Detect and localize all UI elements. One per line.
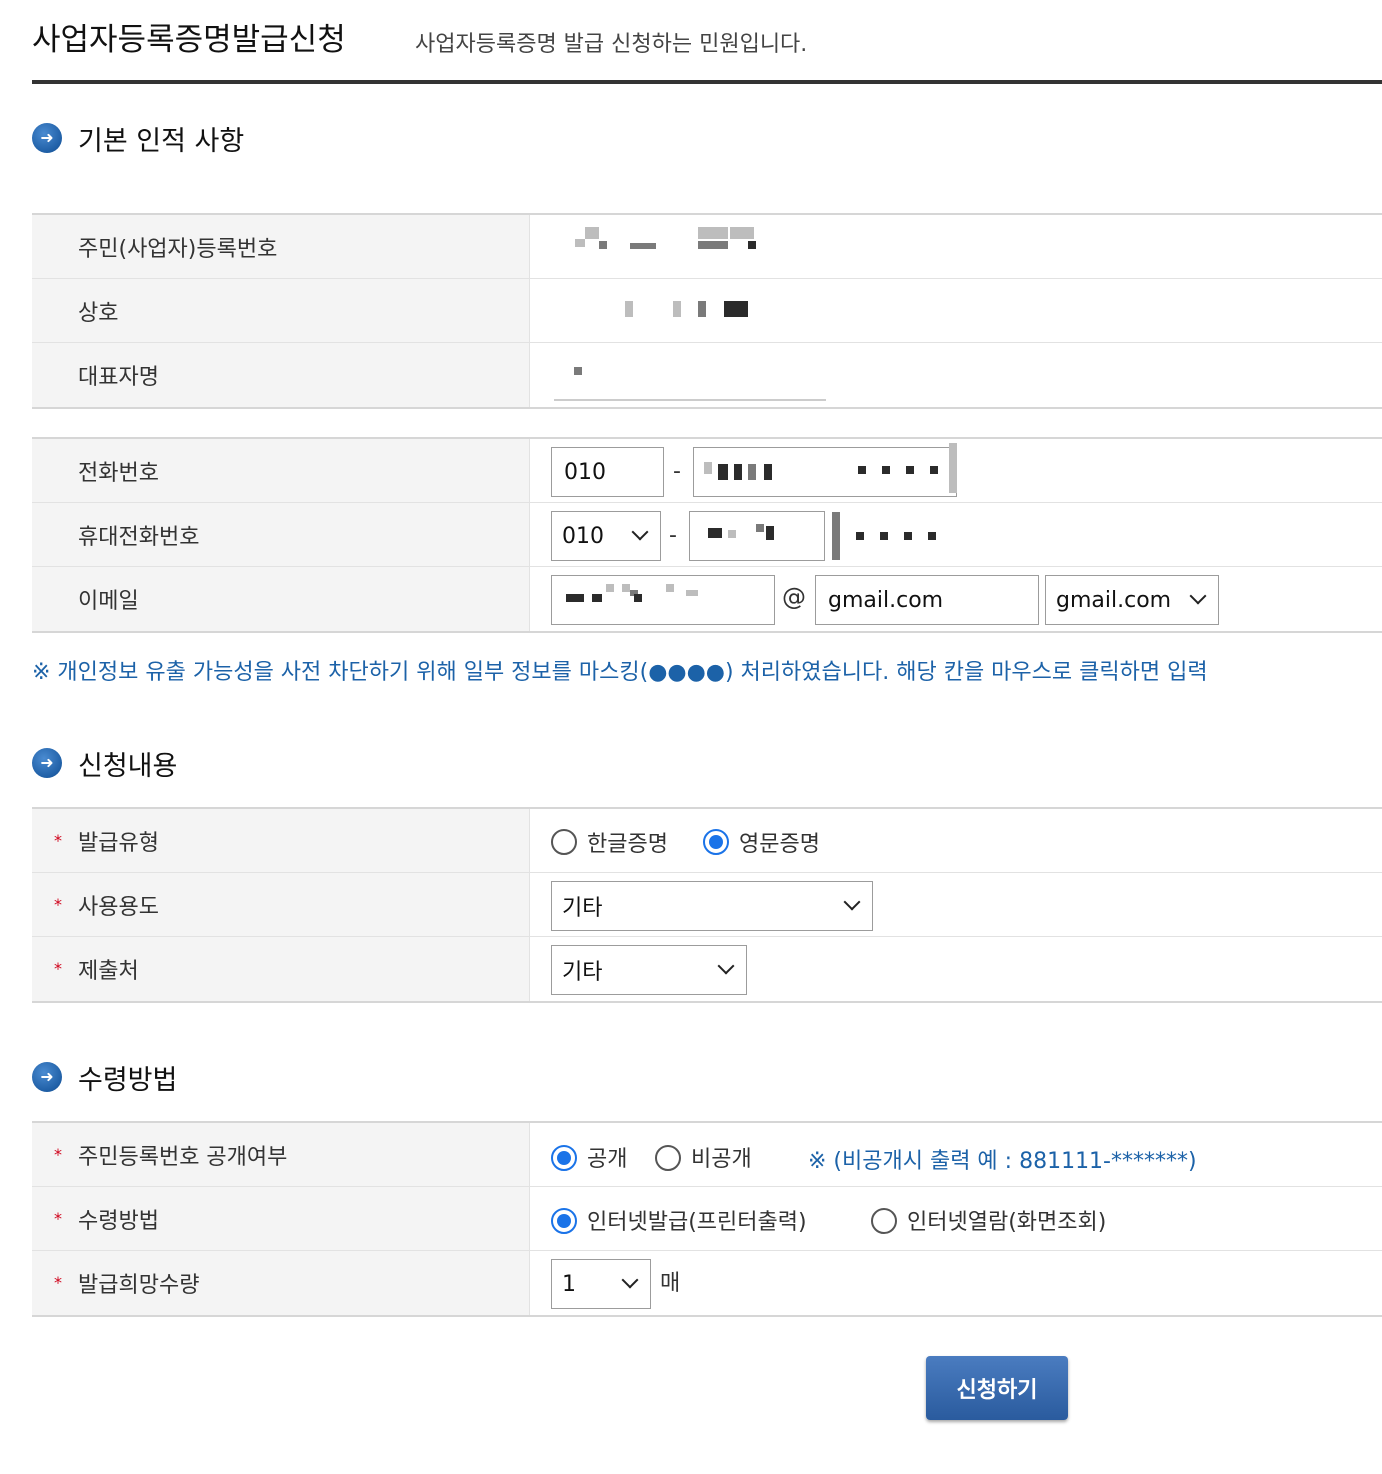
asterisk-icon: * [54,1209,62,1228]
asterisk-icon: * [54,831,62,850]
asterisk-icon: * [54,895,62,914]
row-label: 주민(사업자)등록번호 [32,215,530,278]
table-row: 상호 [32,279,1382,343]
quantity-unit: 매 [660,1271,681,1296]
registration-number-value [530,215,1382,278]
arrow-right-circle-icon: ➜ [32,123,62,153]
quantity-select-value: 1 [562,1271,576,1297]
submit-to-label: 제출처 [78,959,139,984]
radio-internet-issue[interactable] [551,1208,577,1234]
submit-to-select-value: 기타 [562,960,603,985]
company-name-value [530,279,1382,342]
section-receive-title: 수령방법 [78,1064,178,1096]
quantity-select[interactable]: 1 [551,1259,651,1309]
email-label: 이메일 [32,567,530,631]
method-label: 수령방법 [78,1208,159,1234]
contact-table: 전화번호 010 - 휴대전화번호 010 - 이메일 @ gmail.com … [32,437,1382,633]
mobile-last-input[interactable] [831,511,957,561]
email-id-input[interactable] [551,575,775,625]
table-row: * 주민등록번호 공개여부 공개 비공개 ※ (비공개시 출력 예 : 8811… [32,1123,1382,1187]
radio-internet-issue-label[interactable]: 인터넷발급(프린터출력) [587,1204,807,1236]
representative-name-value [530,343,1382,407]
chevron-down-icon [1189,587,1207,605]
table-row: * 발급희망수량 1 매 [32,1251,1382,1315]
mobile-middle-input[interactable] [689,511,825,561]
quantity-label: 발급희망수량 [78,1273,200,1298]
table-row: 이메일 @ gmail.com gmail.com [32,567,1382,631]
asterisk-icon: * [54,1145,62,1164]
asterisk-icon: * [54,1273,62,1292]
mobile-prefix-select[interactable]: 010 [551,511,661,561]
usage-select-value: 기타 [562,896,603,921]
usage-label: 사용용도 [78,894,159,920]
section-request-header: ➜ 신청내용 [32,743,177,783]
radio-internet-view[interactable] [871,1208,897,1234]
email-domain-select-value: gmail.com [1056,587,1172,613]
submit-to-select[interactable]: 기타 [551,945,747,995]
submit-button[interactable]: 신청하기 [926,1356,1068,1420]
page-description: 사업자등록증명 발급 신청하는 민원입니다. [415,32,808,57]
phone-dash: - [673,459,681,484]
basic-info-table: 주민(사업자)등록번호 상호 대표자명 [32,213,1382,409]
radio-private[interactable] [655,1145,681,1171]
row-label: 대표자명 [32,343,530,407]
mobile-prefix-value: 010 [562,523,604,549]
disclosure-label: 주민등록번호 공개여부 [78,1144,288,1170]
table-row: 대표자명 [32,343,1382,407]
email-domain-select[interactable]: gmail.com [1045,575,1219,625]
table-row: * 사용용도 기타 [32,873,1382,937]
page-title: 사업자등록증명발급신청 [32,22,346,58]
table-row: 전화번호 010 - [32,439,1382,503]
phone-label: 전화번호 [32,439,530,502]
radio-private-label[interactable]: 비공개 [691,1141,752,1173]
table-row: * 발급유형 한글증명 영문증명 [32,809,1382,873]
radio-internet-view-label[interactable]: 인터넷열람(화면조회) [907,1204,1106,1236]
usage-select[interactable]: 기타 [551,881,873,931]
radio-english-label[interactable]: 영문증명 [739,826,820,858]
mobile-dash: - [669,523,677,548]
section-basic-header: ➜ 기본 인적 사항 [32,118,244,158]
phone-middle-input[interactable] [693,447,957,497]
radio-english[interactable] [703,829,729,855]
request-table: * 발급유형 한글증명 영문증명 * 사용용도 기타 * 제출처 기타 [32,807,1382,1003]
disclosure-note: ※ (비공개시 출력 예 : 881111-*******) [808,1149,1197,1174]
row-label: 상호 [32,279,530,342]
radio-korean-label[interactable]: 한글증명 [587,826,668,858]
chevron-down-icon [843,893,861,911]
chevron-down-icon [631,523,649,541]
arrow-right-circle-icon: ➜ [32,1062,62,1092]
issue-type-label: 발급유형 [78,830,159,856]
radio-korean[interactable] [551,829,577,855]
table-row: 주민(사업자)등록번호 [32,215,1382,279]
arrow-right-circle-icon: ➜ [32,748,62,778]
section-request-title: 신청내용 [78,750,178,782]
chevron-down-icon [717,957,735,975]
mobile-label: 휴대전화번호 [32,503,530,566]
phone-prefix-input[interactable]: 010 [551,447,664,497]
masking-notice: ※ 개인정보 유출 가능성을 사전 차단하기 위해 일부 정보를 마스킹(●●●… [32,660,1208,685]
radio-public-label[interactable]: 공개 [587,1141,627,1173]
email-at-sign: @ [782,583,806,611]
table-row: * 제출처 기타 [32,937,1382,1001]
page-header: 사업자등록증명발급신청 사업자등록증명 발급 신청하는 민원입니다. [32,0,1382,84]
section-basic-title: 기본 인적 사항 [78,125,245,157]
email-domain-input[interactable]: gmail.com [815,575,1039,625]
section-receive-header: ➜ 수령방법 [32,1057,177,1097]
table-row: * 수령방법 인터넷발급(프린터출력) 인터넷열람(화면조회) [32,1187,1382,1251]
chevron-down-icon [621,1271,639,1289]
receive-table: * 주민등록번호 공개여부 공개 비공개 ※ (비공개시 출력 예 : 8811… [32,1121,1382,1317]
table-row: 휴대전화번호 010 - [32,503,1382,567]
radio-public[interactable] [551,1145,577,1171]
asterisk-icon: * [54,959,62,978]
